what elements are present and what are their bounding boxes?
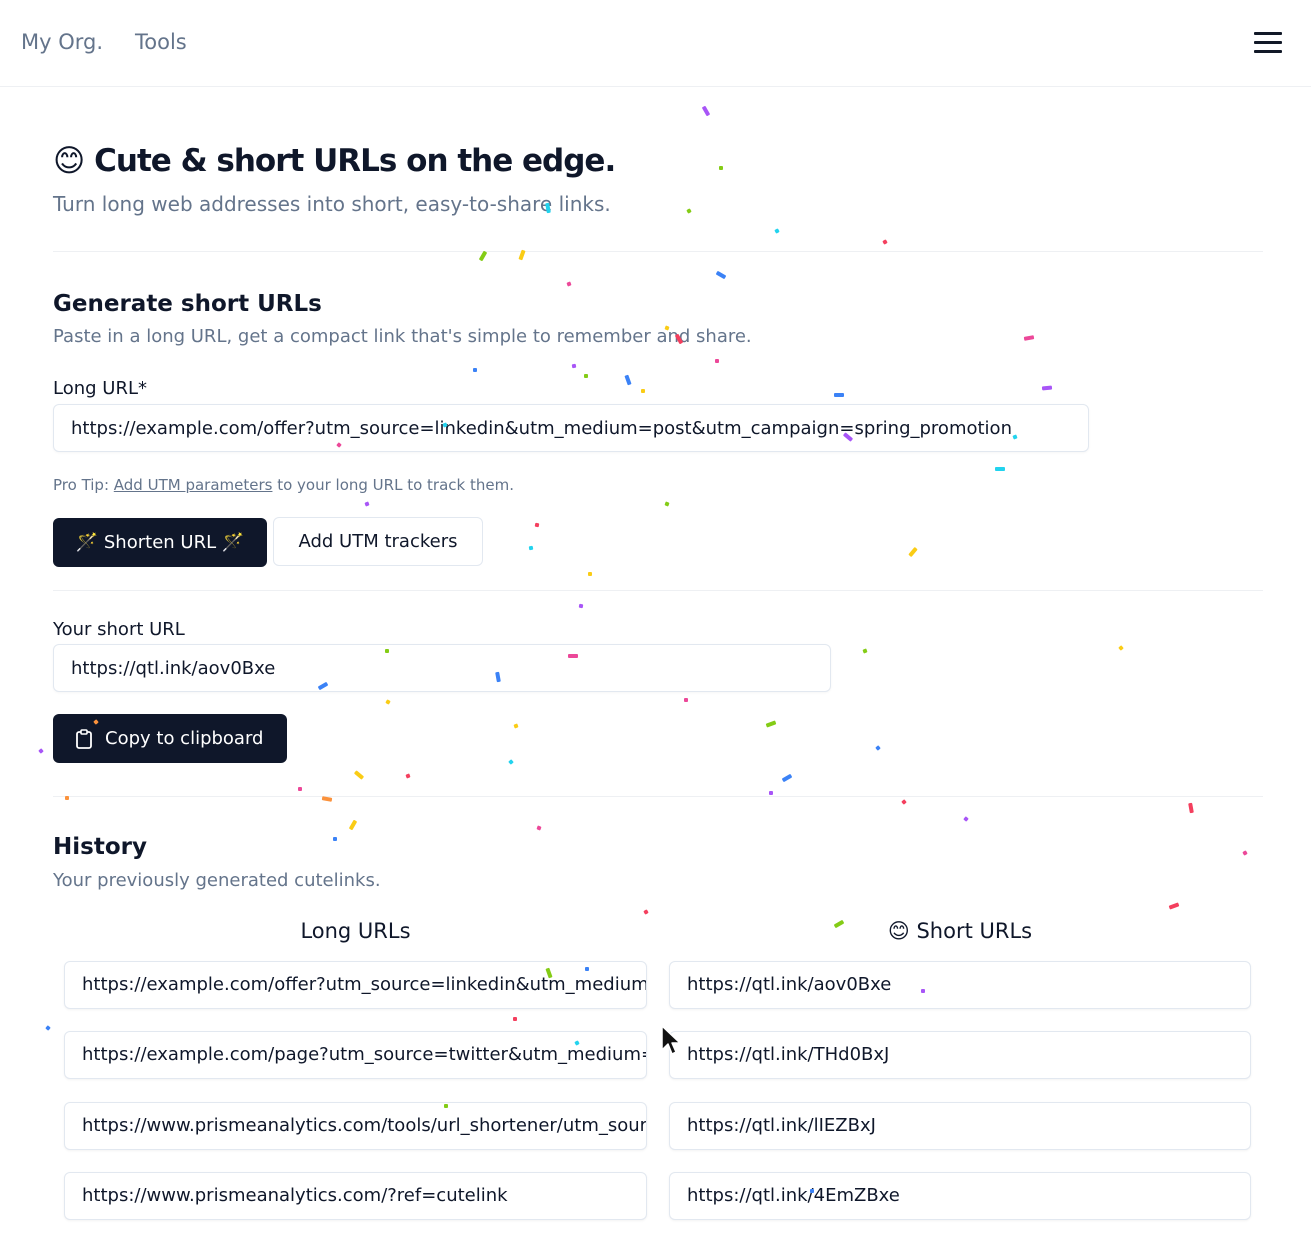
confetti-piece — [298, 787, 302, 791]
divider — [53, 796, 1263, 797]
page-subtitle: Turn long web addresses into short, easy… — [53, 192, 611, 216]
confetti-piece — [702, 106, 710, 116]
confetti-piece — [908, 547, 918, 557]
confetti-piece — [774, 228, 780, 234]
nav-brand-link[interactable]: My Org. — [21, 30, 103, 54]
shorten-url-button[interactable]: 🪄 Shorten URL 🪄 — [53, 518, 267, 567]
confetti-piece — [875, 745, 881, 751]
top-navbar: My Org. Tools — [0, 0, 1311, 87]
confetti-piece — [1168, 902, 1180, 910]
history-long-url[interactable]: https://www.prismeanalytics.com/tools/ur… — [64, 1102, 647, 1150]
copy-button-label: Copy to clipboard — [105, 728, 264, 749]
confetti-piece — [405, 773, 411, 779]
confetti-piece — [769, 791, 773, 795]
history-short-url[interactable]: https://qtl.ink/aov0Bxe — [669, 961, 1251, 1009]
confetti-piece — [1041, 385, 1053, 391]
short-url-label: Your short URL — [53, 619, 185, 640]
confetti-piece — [534, 522, 540, 528]
confetti-piece — [901, 799, 907, 805]
confetti-piece — [588, 572, 592, 576]
confetti-piece — [584, 374, 588, 378]
confetti-piece — [513, 723, 519, 729]
confetti-piece — [566, 281, 572, 287]
history-long-url[interactable]: https://www.prismeanalytics.com/?ref=cut… — [64, 1172, 647, 1220]
confetti-piece — [321, 796, 333, 802]
confetti-piece — [349, 820, 357, 830]
confetti-piece — [536, 825, 542, 831]
confetti-piece — [782, 774, 792, 782]
confetti-piece — [641, 389, 645, 393]
generate-section-title: Generate short URLs — [53, 291, 322, 317]
confetti-piece — [963, 816, 969, 822]
page-title: 😊 Cute & short URLs on the edge. — [53, 143, 616, 179]
history-short-url[interactable]: https://qtl.ink/lIEZBxJ — [669, 1102, 1251, 1150]
clipboard-icon — [75, 728, 93, 749]
confetti-piece — [624, 374, 632, 386]
history-short-url[interactable]: https://qtl.ink/4EmZBxe — [669, 1172, 1251, 1220]
confetti-piece — [45, 1025, 51, 1031]
add-utm-parameters-link[interactable]: Add UTM parameters — [114, 476, 273, 494]
confetti-piece — [686, 208, 692, 214]
history-section-subtitle: Your previously generated cutelinks. — [53, 870, 381, 891]
generate-section-subtitle: Paste in a long URL, get a compact link … — [53, 326, 752, 347]
history-long-url[interactable]: https://example.com/page?utm_source=twit… — [64, 1031, 647, 1079]
confetti-piece — [643, 909, 649, 915]
confetti-piece — [578, 603, 584, 609]
history-short-url[interactable]: https://qtl.ink/THd0BxJ — [669, 1031, 1251, 1079]
confetti-piece — [508, 759, 514, 765]
confetti-piece — [862, 648, 868, 654]
confetti-piece — [333, 837, 337, 841]
confetti-piece — [385, 699, 391, 705]
pro-tip-suffix: to your long URL to track them. — [272, 476, 514, 494]
divider — [53, 251, 1263, 252]
confetti-piece — [765, 720, 777, 728]
short-urls-column-header: 😊 Short URLs — [887, 919, 1033, 943]
nav-tools-link[interactable]: Tools — [135, 30, 187, 54]
confetti-piece — [528, 545, 534, 551]
confetti-piece — [1242, 850, 1248, 856]
history-section-title: History — [53, 834, 147, 860]
confetti-piece — [473, 368, 477, 372]
smile-emoji-icon: 😊 — [53, 143, 85, 179]
confetti-piece — [38, 748, 44, 754]
confetti-piece — [1023, 335, 1035, 341]
confetti-piece — [716, 271, 726, 279]
pro-tip-prefix: Pro Tip: — [53, 476, 114, 494]
mouse-cursor-icon — [661, 1025, 681, 1055]
confetti-piece — [513, 1017, 517, 1021]
hamburger-menu-icon[interactable] — [1254, 32, 1282, 54]
long-url-input[interactable] — [53, 404, 1089, 452]
page-title-text: Cute & short URLs on the edge. — [94, 143, 616, 179]
add-utm-trackers-button[interactable]: Add UTM trackers — [273, 517, 483, 566]
confetti-piece — [1188, 802, 1194, 814]
long-url-label: Long URL* — [53, 378, 147, 399]
confetti-piece — [479, 251, 487, 261]
confetti-piece — [664, 501, 670, 507]
long-urls-column-header: Long URLs — [300, 919, 411, 943]
short-url-output[interactable] — [53, 644, 831, 692]
confetti-piece — [719, 166, 723, 170]
confetti-piece — [364, 501, 370, 507]
copy-to-clipboard-button[interactable]: Copy to clipboard — [53, 714, 287, 763]
confetti-piece — [834, 393, 844, 397]
confetti-piece — [1118, 645, 1124, 651]
confetti-piece — [882, 239, 888, 245]
confetti-piece — [354, 770, 364, 780]
history-long-url[interactable]: https://example.com/offer?utm_source=lin… — [64, 961, 647, 1009]
confetti-piece — [684, 698, 688, 702]
confetti-piece — [995, 467, 1005, 471]
divider — [53, 590, 1263, 591]
confetti-piece — [715, 359, 719, 363]
confetti-piece — [571, 363, 577, 369]
pro-tip: Pro Tip: Add UTM parameters to your long… — [53, 476, 514, 494]
